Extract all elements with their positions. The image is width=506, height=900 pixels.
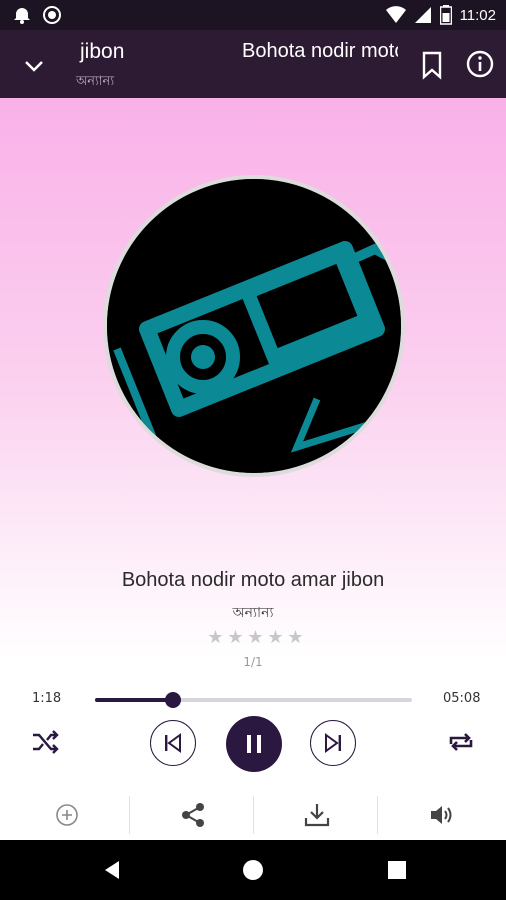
seek-progress [95, 698, 173, 702]
status-bar: 11:02 [0, 0, 506, 30]
playlist-subtitle: অন্যান্য [76, 74, 115, 89]
info-icon [466, 50, 494, 78]
share-icon [182, 803, 204, 827]
recents-square-icon [388, 861, 406, 879]
rating-stars[interactable]: ★ ★ ★ ★ ★ [206, 628, 305, 647]
home-circle-icon [243, 860, 263, 880]
collapse-button[interactable] [18, 50, 50, 82]
star-icon[interactable]: ★ [246, 628, 265, 647]
nav-recents-button[interactable] [385, 858, 409, 882]
next-button[interactable] [310, 720, 356, 766]
bottom-toolbar [0, 790, 506, 840]
player-panel: Bohota nodir moto amar jibon অন্যান্য ★ … [0, 98, 506, 798]
signal-icon [414, 7, 431, 23]
seek-bar[interactable] [95, 692, 412, 708]
current-time: 1:18 [32, 691, 62, 706]
star-icon[interactable]: ★ [266, 628, 285, 647]
system-nav-bar [0, 840, 506, 900]
album-art [103, 175, 405, 477]
back-triangle-icon [105, 861, 119, 879]
previous-button[interactable] [150, 720, 196, 766]
marquee-title: Bohota nodir moto amar jibon [242, 40, 398, 62]
add-to-playlist-button[interactable] [4, 790, 130, 840]
wifi-icon [385, 6, 406, 23]
nav-back-button[interactable] [100, 858, 124, 882]
shuffle-button[interactable] [26, 723, 64, 761]
volume-icon [431, 806, 452, 824]
share-button[interactable] [130, 790, 256, 840]
bookmark-button[interactable] [418, 50, 446, 80]
app-bar: jibon অন্যান্য Bohota nodir moto amar ji… [0, 30, 506, 98]
total-time: 05:08 [443, 691, 481, 706]
track-position: 1/1 [243, 655, 263, 669]
playlist-title: jibon [80, 40, 125, 63]
music-player-artwork [107, 179, 401, 473]
alarm-icon [14, 8, 30, 24]
download-button[interactable] [254, 790, 380, 840]
shuffle-icon [33, 730, 59, 754]
nav-home-button[interactable] [241, 858, 265, 882]
star-icon[interactable]: ★ [226, 628, 245, 647]
record-icon [43, 6, 61, 24]
star-icon[interactable]: ★ [286, 628, 305, 647]
repeat-button[interactable] [442, 723, 480, 761]
add-circle-icon [56, 804, 78, 826]
clock: 11:02 [459, 6, 496, 24]
info-button[interactable] [464, 48, 496, 80]
skip-previous-icon [165, 733, 181, 753]
pause-button[interactable] [226, 716, 282, 772]
chevron-down-icon [25, 61, 43, 72]
star-icon[interactable]: ★ [206, 628, 225, 647]
repeat-icon [449, 733, 473, 751]
volume-button[interactable] [378, 790, 504, 840]
bookmark-icon [422, 51, 442, 80]
seek-thumb[interactable] [164, 692, 181, 708]
skip-next-icon [325, 733, 341, 753]
song-title: Bohota nodir moto amar jibon [121, 569, 385, 591]
download-icon [304, 804, 330, 827]
pause-icon [247, 735, 261, 753]
battery-icon [439, 5, 452, 25]
song-subtitle: অন্যান্য [232, 605, 274, 621]
